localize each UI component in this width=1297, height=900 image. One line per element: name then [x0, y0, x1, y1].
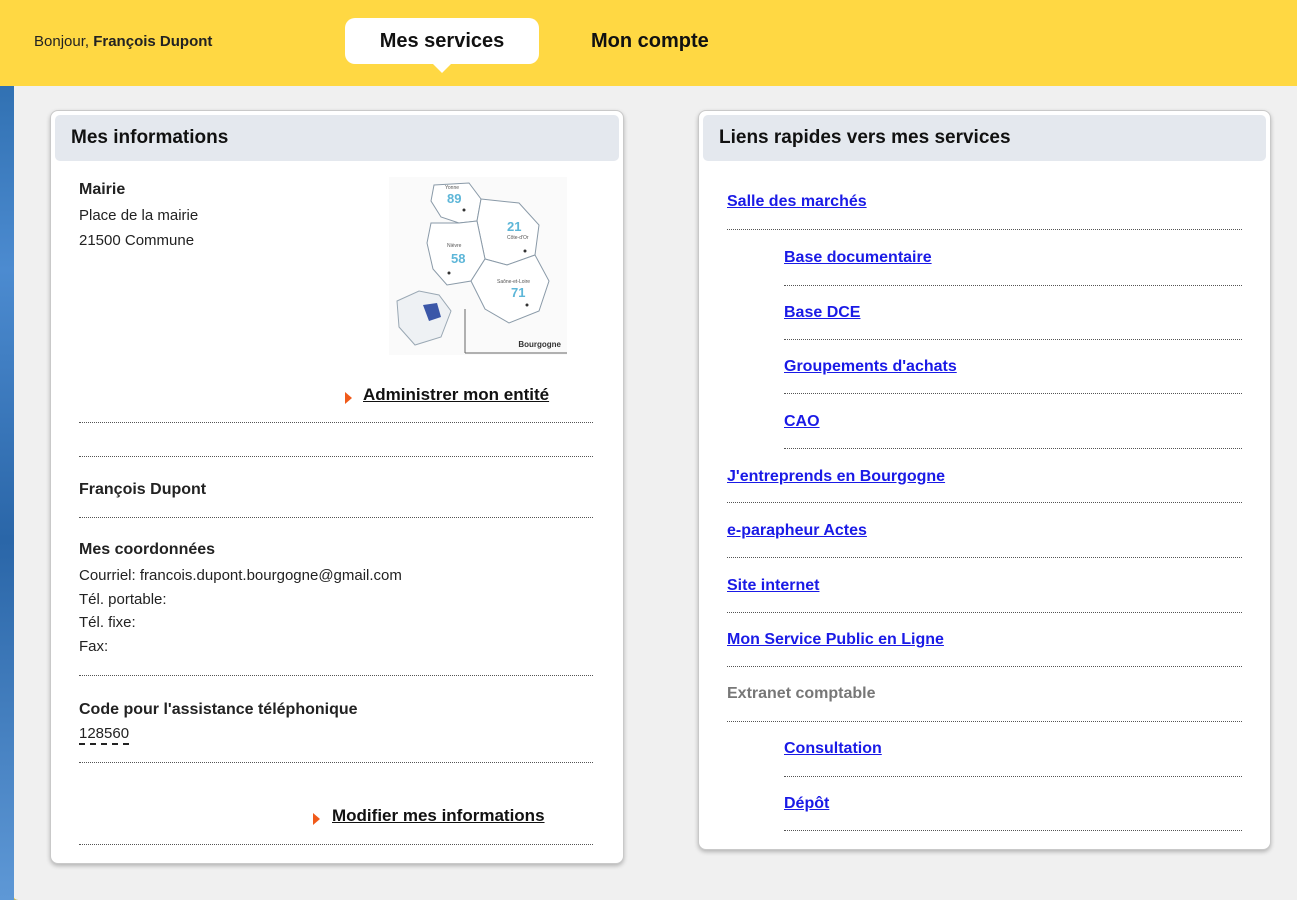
map-label-saone-et-loire: Saône-et-Loire — [497, 279, 530, 285]
admin-entity-link[interactable]: Administrer mon entité — [363, 385, 549, 405]
divider — [784, 339, 1242, 340]
link-consultation[interactable]: Consultation — [784, 740, 882, 758]
person-name: François Dupont — [79, 481, 207, 498]
user-name: François Dupont — [93, 33, 213, 50]
divider — [727, 666, 1242, 667]
divider — [727, 721, 1242, 722]
email-line: Courriel: francois.dupont.bourgogne@gmai… — [79, 567, 402, 584]
divider — [727, 612, 1242, 613]
divider — [784, 285, 1242, 286]
divider — [784, 830, 1242, 831]
link-cao[interactable]: CAO — [784, 413, 820, 431]
fax-line: Fax: — [79, 638, 109, 655]
contact-heading: Mes coordonnées — [79, 541, 216, 558]
divider — [784, 776, 1242, 777]
edit-info-link[interactable]: Modifier mes informations — [332, 806, 545, 826]
info-panel: Mes informations Mairie Place de la mair… — [50, 110, 624, 864]
map-dept-89: 89 — [447, 191, 461, 206]
tab-mes-services[interactable]: Mes services — [345, 18, 539, 73]
link-groupements-achats[interactable]: Groupements d'achats — [784, 358, 957, 376]
map-region-label: Bourgogne — [518, 340, 561, 349]
divider — [727, 557, 1242, 558]
edit-arrow-icon — [313, 813, 320, 825]
admin-arrow-icon — [345, 392, 352, 404]
divider — [79, 517, 593, 518]
link-site-internet[interactable]: Site internet — [727, 577, 819, 595]
greeting: Bonjour, François Dupont — [34, 33, 212, 50]
link-base-documentaire[interactable]: Base documentaire — [784, 249, 932, 267]
phone-line: Tél. fixe: — [79, 614, 136, 631]
divider — [79, 456, 593, 457]
map-label-yonne: Yonne — [445, 185, 459, 191]
link-e-parapheur[interactable]: e-parapheur Actes — [727, 522, 867, 540]
extranet-comptable-label: Extranet comptable — [727, 685, 876, 702]
link-salle-des-marches[interactable]: Salle des marchés — [727, 193, 867, 211]
divider — [784, 448, 1242, 449]
link-mon-service-public[interactable]: Mon Service Public en Ligne — [727, 631, 944, 649]
info-panel-title: Mes informations — [55, 115, 619, 161]
map-label-cote-dor: Côte-d'Or — [507, 235, 529, 241]
tab-mon-compte[interactable]: Mon compte — [577, 18, 723, 64]
divider — [79, 675, 593, 676]
divider — [784, 393, 1242, 394]
link-depot[interactable]: Dépôt — [784, 795, 829, 813]
header-bar: Bonjour, François Dupont Mes services Mo… — [0, 0, 1297, 86]
divider — [727, 502, 1242, 503]
desktop-background — [0, 0, 14, 900]
quick-links-title: Liens rapides vers mes services — [703, 115, 1266, 161]
map-dept-21: 21 — [507, 219, 521, 234]
greeting-prefix: Bonjour, — [34, 33, 90, 50]
mobile-line: Tél. portable: — [79, 591, 167, 608]
divider — [79, 422, 593, 423]
entity-address-line2: 21500 Commune — [79, 232, 195, 249]
divider — [79, 762, 593, 763]
map-dept-58: 58 — [451, 251, 465, 266]
region-map: 89 21 58 71 Yonne Côte-d'Or Nièvre Saône… — [389, 177, 567, 355]
map-label-nievre: Nièvre — [447, 243, 462, 249]
link-base-dce[interactable]: Base DCE — [784, 304, 860, 322]
divider — [727, 229, 1242, 230]
divider — [79, 844, 593, 845]
entity-address-line1: Place de la mairie — [79, 207, 199, 224]
entity-name: Mairie — [79, 181, 126, 198]
support-code: 128560 — [79, 725, 130, 745]
map-dept-71: 71 — [511, 285, 525, 300]
link-jentreprends[interactable]: J'entreprends en Bourgogne — [727, 468, 945, 486]
quick-links-panel: Liens rapides vers mes services Salle de… — [698, 110, 1271, 850]
support-heading: Code pour l'assistance téléphonique — [79, 701, 358, 718]
